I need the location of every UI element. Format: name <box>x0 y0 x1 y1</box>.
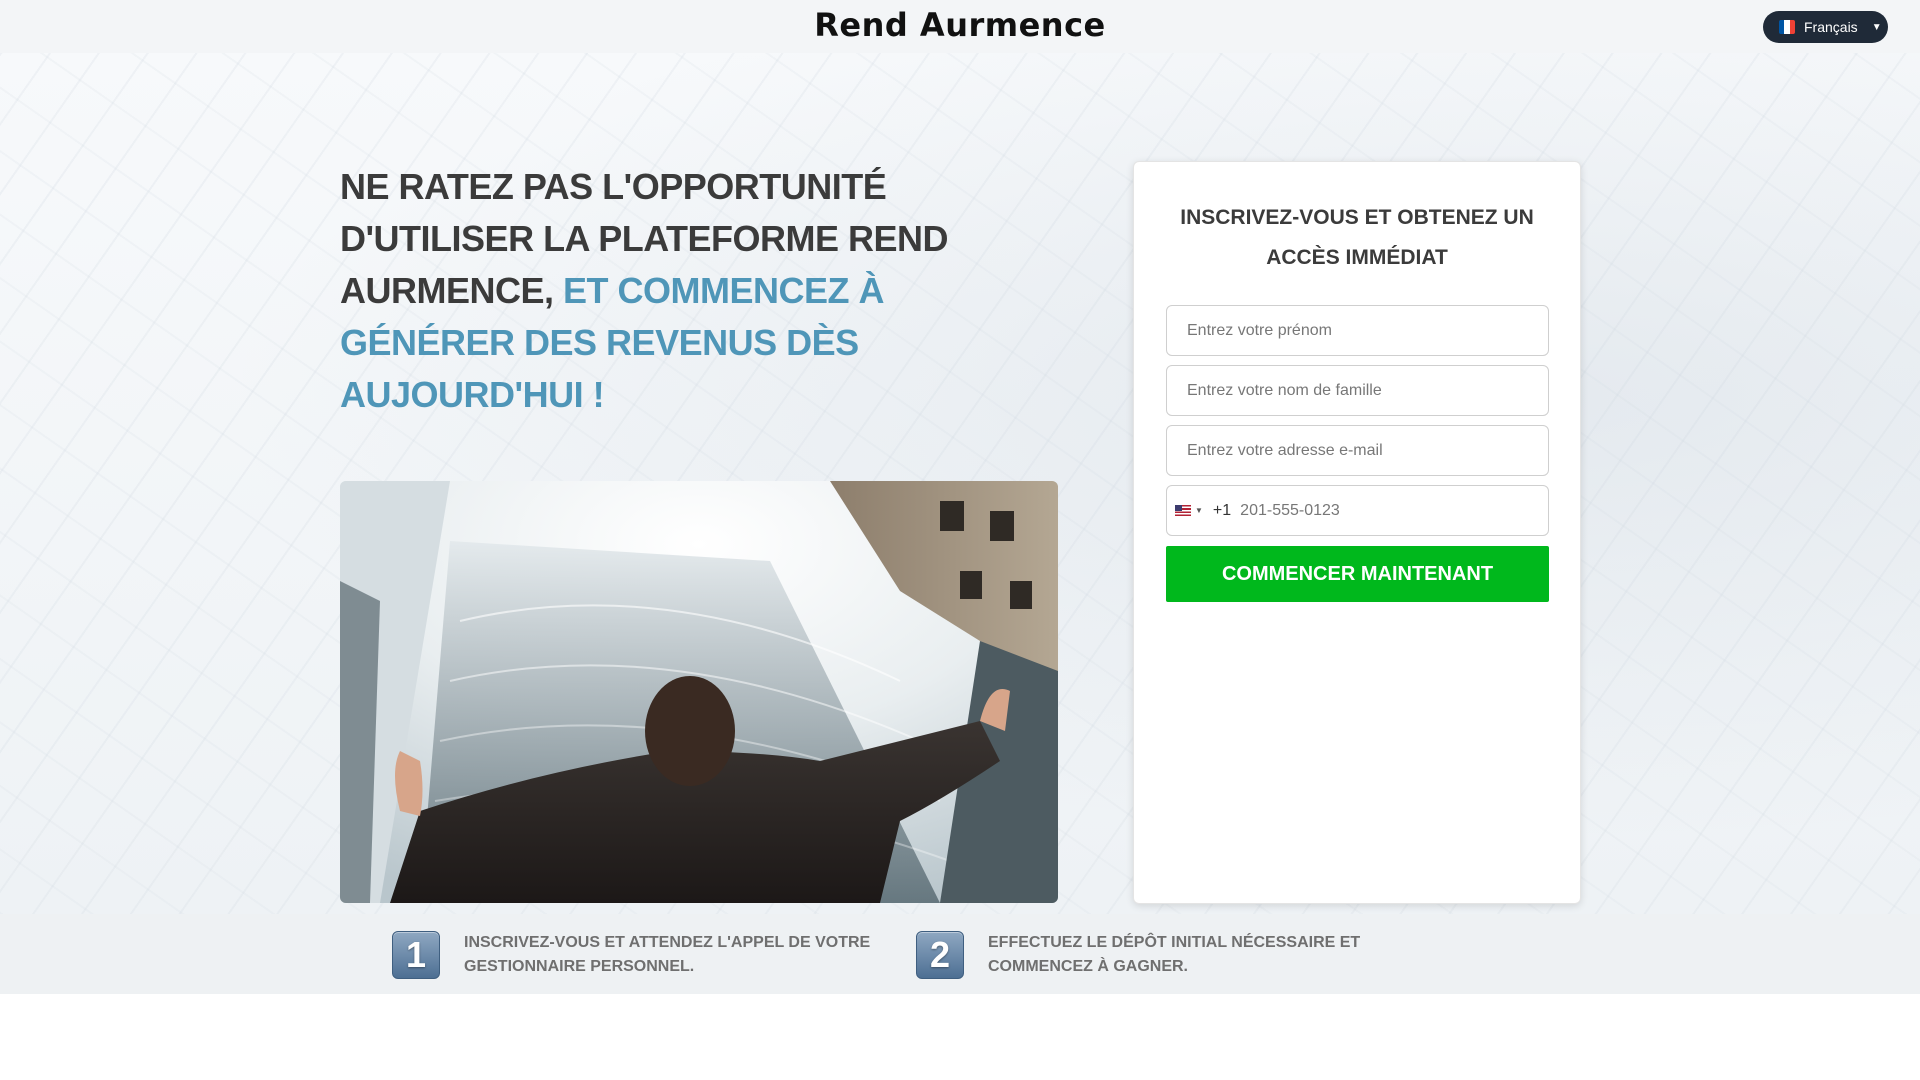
hero-photo-businessman <box>340 481 1058 903</box>
start-now-button[interactable]: COMMENCER MAINTENANT <box>1166 546 1549 602</box>
hero-headline: NE RATEZ PAS L'OPPORTUNITÉ D'UTILISER LA… <box>340 161 980 421</box>
us-flag-icon <box>1175 505 1191 516</box>
top-bar: Rend Aurmence Français ▼ <box>0 0 1920 53</box>
step-2: 2 EFFECTUEZ LE DÉPÔT INITIAL NÉCESSAIRE … <box>916 931 1408 979</box>
first-name-input[interactable] <box>1166 305 1549 356</box>
step-number-2-icon: 2 <box>916 931 964 979</box>
email-input[interactable] <box>1166 425 1549 476</box>
country-code-selector[interactable]: ▼ <box>1167 505 1203 516</box>
step-text: INSCRIVEZ-VOUS ET ATTENDEZ L'APPEL DE VO… <box>464 934 871 975</box>
caret-down-icon: ▼ <box>1871 21 1882 33</box>
brand-logo: Rend Aurmence <box>814 6 1106 44</box>
language-selector[interactable]: Français ▼ <box>1763 11 1888 43</box>
phone-field: ▼ +1 <box>1166 485 1549 536</box>
businessman-skyscrapers-illustration <box>340 481 1058 903</box>
chevron-down-icon: ▼ <box>1195 506 1203 515</box>
step-number-1-icon: 1 <box>392 931 440 979</box>
hero-section: NE RATEZ PAS L'OPPORTUNITÉ D'UTILISER LA… <box>0 53 1920 914</box>
signup-card: INSCRIVEZ-VOUS ET OBTENEZ UN ACCÈS IMMÉD… <box>1133 161 1581 904</box>
step-1: 1 INSCRIVEZ-VOUS ET ATTENDEZ L'APPEL DE … <box>392 931 884 979</box>
france-flag-icon <box>1779 20 1795 34</box>
steps-section: 1 INSCRIVEZ-VOUS ET ATTENDEZ L'APPEL DE … <box>0 914 1920 994</box>
last-name-input[interactable] <box>1166 365 1549 416</box>
step-text: EFFECTUEZ LE DÉPÔT INITIAL NÉCESSAIRE ET… <box>988 934 1361 975</box>
phone-input[interactable] <box>1240 501 1491 520</box>
dial-code: +1 <box>1212 501 1232 519</box>
language-label: Français <box>1804 19 1858 35</box>
signup-title: INSCRIVEZ-VOUS ET OBTENEZ UN ACCÈS IMMÉD… <box>1180 206 1534 269</box>
